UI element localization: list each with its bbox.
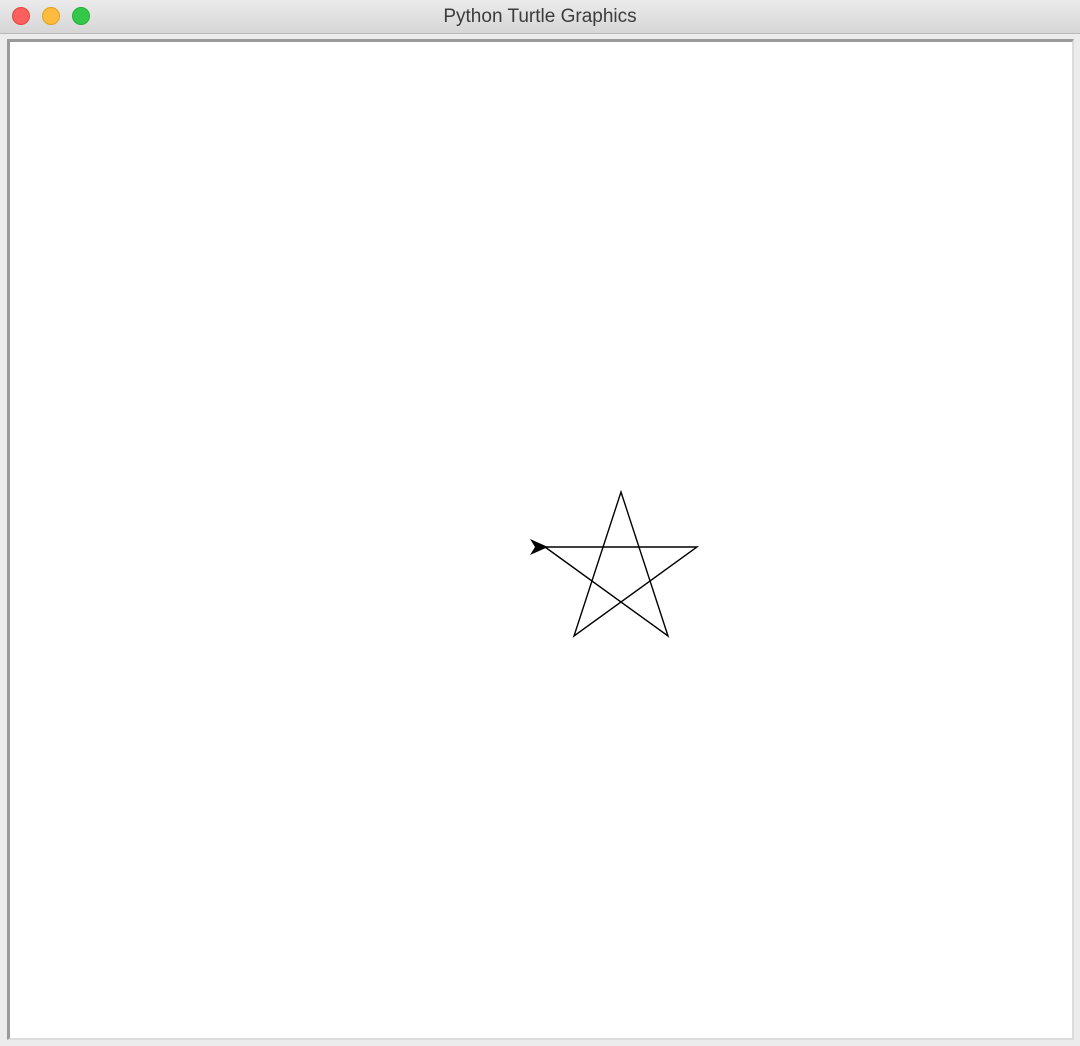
window-title: Python Turtle Graphics: [443, 6, 637, 27]
turtle-canvas[interactable]: [10, 42, 1072, 1038]
turtle-canvas-frame: [7, 39, 1074, 1040]
star-drawing-path: [544, 489, 700, 638]
app-window: Python Turtle Graphics: [0, 0, 1080, 1046]
turtle-cursor-icon: [530, 539, 548, 555]
title-bar[interactable]: Python Turtle Graphics: [0, 0, 1080, 34]
